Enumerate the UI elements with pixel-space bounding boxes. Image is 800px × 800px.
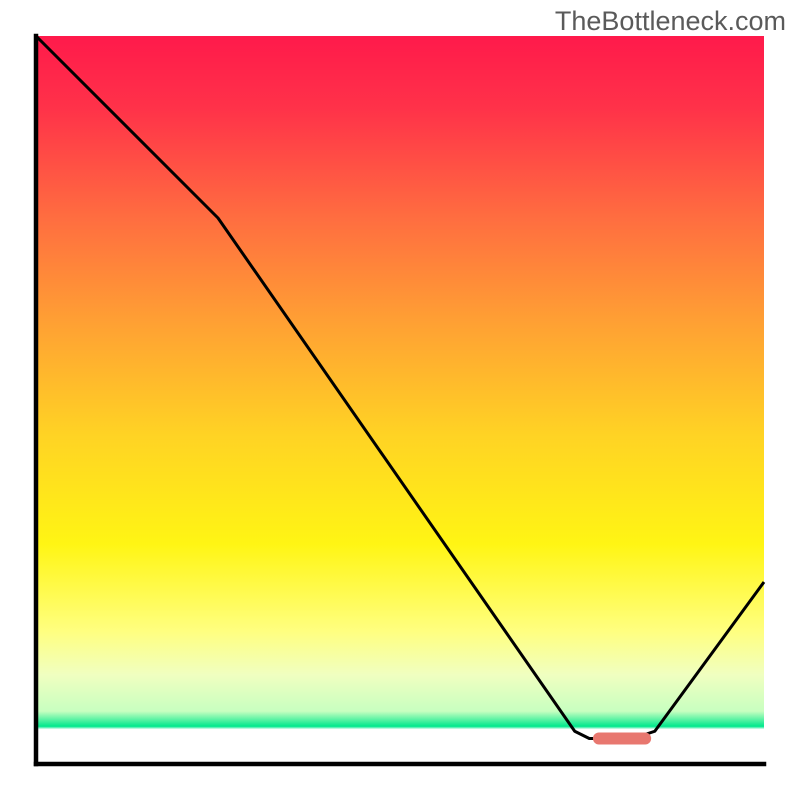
chart-marker-pill xyxy=(593,733,651,745)
watermark-text: TheBottleneck.com xyxy=(555,6,786,37)
bottleneck-chart xyxy=(0,0,800,800)
